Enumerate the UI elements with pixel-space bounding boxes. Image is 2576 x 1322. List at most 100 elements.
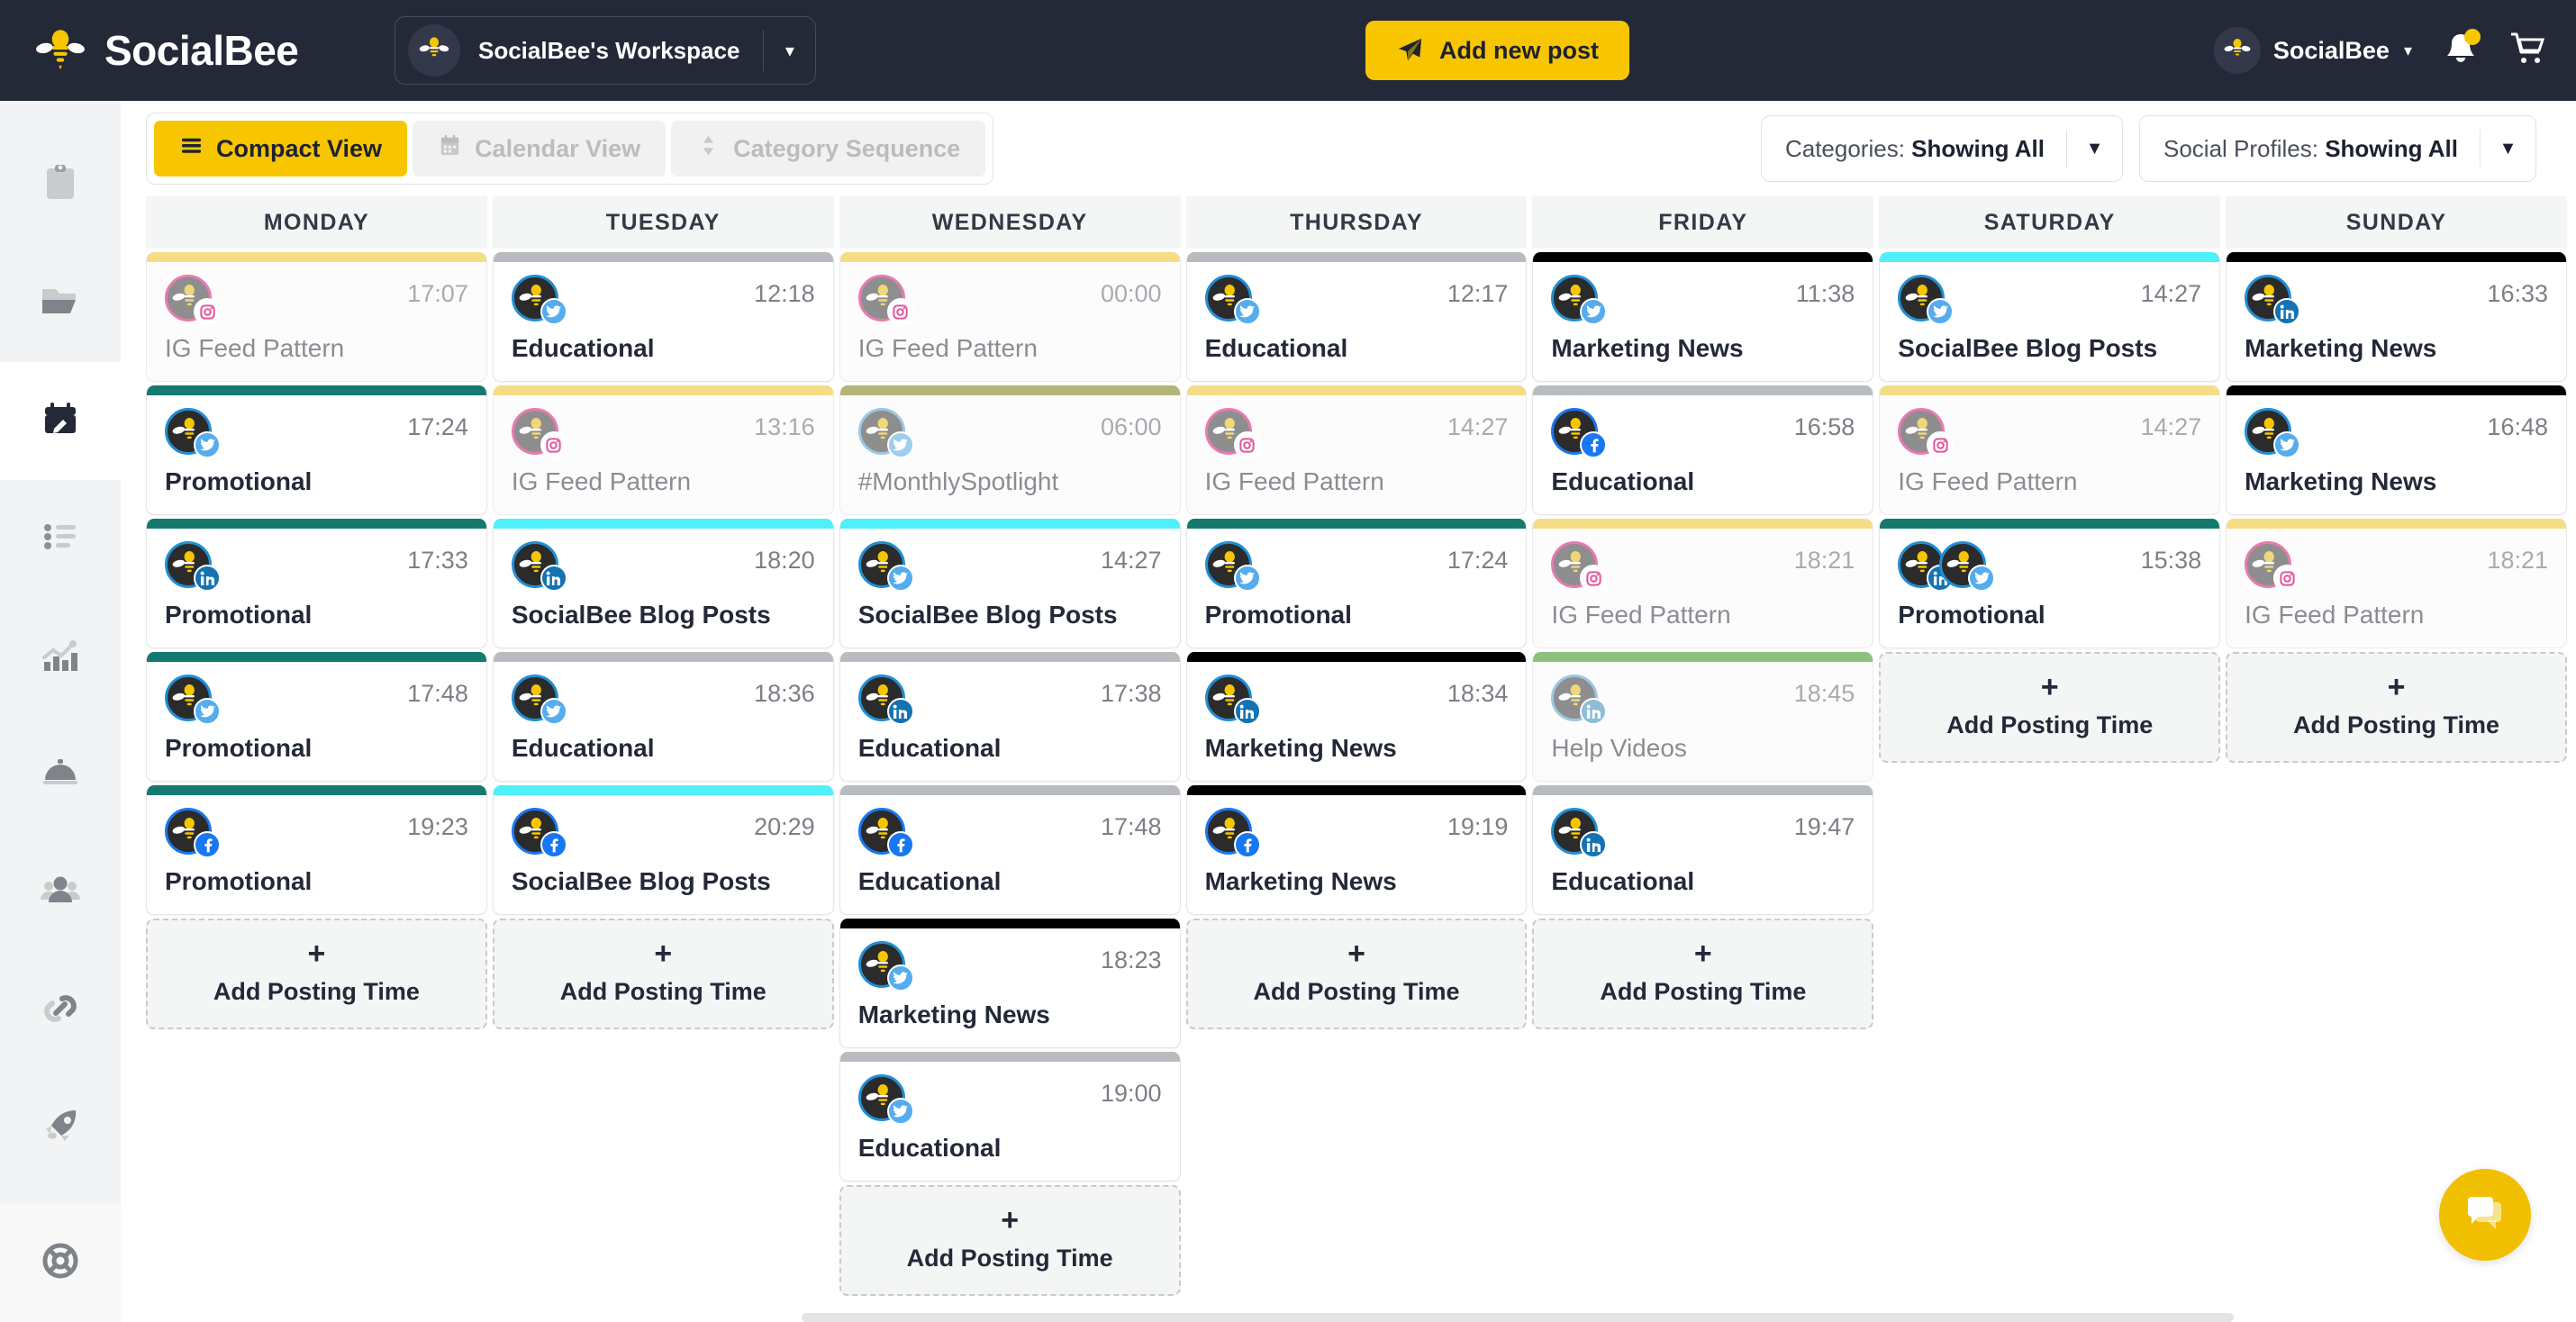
chevron-down-icon[interactable]: ▾ [763, 30, 815, 71]
post-category-label: Marketing News [1205, 734, 1509, 763]
social-profiles-filter[interactable]: Social Profiles: Showing All ▼ [2139, 115, 2536, 182]
posting-slot-card[interactable]: 17:33Promotional [146, 519, 487, 648]
add-posting-time-button[interactable]: +Add Posting Time [146, 919, 487, 1029]
posting-slot-card[interactable]: 18:36Educational [493, 652, 834, 782]
posting-slot-card[interactable]: 19:19Marketing News [1186, 785, 1528, 915]
sidebar-item-analytics[interactable] [0, 598, 121, 716]
social-profile-avatars [858, 1074, 905, 1121]
social-profile-avatars [165, 408, 212, 455]
avatar [512, 275, 558, 321]
twitter-icon [1234, 298, 1261, 325]
add-posting-time-button[interactable]: +Add Posting Time [1532, 919, 1873, 1029]
brand[interactable]: SocialBee [0, 26, 378, 75]
social-profile-avatars [165, 675, 212, 721]
posting-slot-card[interactable]: 18:21IG Feed Pattern [2226, 519, 2567, 648]
posting-slot-card[interactable]: 12:18Educational [493, 252, 834, 382]
tab-compact-view-label: Compact View [216, 135, 382, 163]
sidebar-item-categories[interactable] [0, 244, 121, 362]
posting-slot-card[interactable]: 13:16IG Feed Pattern [493, 385, 834, 515]
social-profiles-filter-prefix: Social Profiles: [2163, 135, 2318, 162]
avatar [858, 675, 905, 721]
sidebar-item-queue[interactable] [0, 480, 121, 598]
user-menu[interactable]: SocialBee ▾ [2214, 27, 2412, 74]
card-body: 12:18Educational [494, 262, 833, 381]
sidebar-item-concierge[interactable] [0, 716, 121, 834]
sidebar-item-integrations[interactable] [0, 952, 121, 1070]
posting-slot-card[interactable]: 18:45Help Videos [1532, 652, 1873, 782]
card-top-row: 06:00 [858, 408, 1162, 455]
sidebar-item-get-started[interactable] [0, 1070, 121, 1188]
post-category-label: SocialBee Blog Posts [1898, 334, 2201, 363]
posting-slot-card[interactable]: 19:00Educational [839, 1052, 1181, 1182]
clipboard-icon [39, 161, 82, 209]
posting-slot-card[interactable]: 16:33Marketing News [2226, 252, 2567, 382]
day-column-wednesday: WEDNESDAY00:00IG Feed Pattern06:00#Month… [839, 196, 1181, 1296]
post-time: 17:24 [407, 408, 468, 441]
posting-slot-card[interactable]: 18:21IG Feed Pattern [1532, 519, 1873, 648]
categories-filter[interactable]: Categories: Showing All ▼ [1761, 115, 2123, 182]
avatar [858, 808, 905, 855]
posting-slot-card[interactable]: 16:58Educational [1532, 385, 1873, 515]
card-top-row: 14:27 [858, 541, 1162, 588]
add-posting-time-button[interactable]: +Add Posting Time [1879, 652, 2220, 763]
add-posting-time-button[interactable]: +Add Posting Time [839, 1185, 1181, 1296]
bee-logo-icon [36, 26, 85, 75]
posting-slot-card[interactable]: 15:38Promotional [1879, 519, 2220, 648]
posting-slot-card[interactable]: 17:38Educational [839, 652, 1181, 782]
horizontal-scrollbar[interactable] [802, 1313, 2234, 1322]
notifications-button[interactable] [2443, 31, 2479, 70]
plus-icon: + [494, 940, 832, 967]
posting-slot-card[interactable]: 16:48Marketing News [2226, 385, 2567, 515]
tab-category-sequence[interactable]: Category Sequence [671, 121, 985, 177]
post-time: 15:38 [2141, 541, 2202, 575]
post-category-label: IG Feed Pattern [1898, 467, 2201, 496]
tab-calendar-view[interactable]: Calendar View [413, 121, 666, 177]
bee-avatar-icon [408, 24, 460, 77]
posting-slot-card[interactable]: 14:27SocialBee Blog Posts [1879, 252, 2220, 382]
cart-button[interactable] [2509, 31, 2545, 71]
avatar [1205, 675, 1252, 721]
posting-slot-card[interactable]: 11:38Marketing News [1532, 252, 1873, 382]
card-body: 17:33Promotional [147, 529, 486, 647]
linkedin-icon [1234, 698, 1261, 725]
sidebar-item-content[interactable] [0, 126, 121, 244]
posting-slot-card[interactable]: 19:47Educational [1532, 785, 1873, 915]
posting-slot-card[interactable]: 00:00IG Feed Pattern [839, 252, 1181, 382]
post-category-label: IG Feed Pattern [512, 467, 815, 496]
chat-widget-button[interactable] [2439, 1169, 2531, 1261]
add-new-post-button[interactable]: Add new post [1365, 21, 1629, 80]
avatar [2245, 275, 2291, 321]
posting-slot-card[interactable]: 18:23Marketing News [839, 919, 1181, 1048]
caret-down-icon[interactable]: ▼ [2480, 130, 2535, 168]
workspace-selector[interactable]: SocialBee's Workspace ▾ [395, 16, 816, 85]
posting-slot-card[interactable]: 06:00#MonthlySpotlight [839, 385, 1181, 515]
posting-slot-card[interactable]: 17:24Promotional [1186, 519, 1528, 648]
add-posting-time-button[interactable]: + Add Posting Time [493, 919, 834, 1029]
post-category-label: Promotional [165, 601, 468, 629]
twitter-icon [194, 698, 221, 725]
sidebar-item-help[interactable] [0, 1204, 121, 1322]
posting-slot-card[interactable]: 12:17Educational [1186, 252, 1528, 382]
add-posting-time-label: Add Posting Time [494, 978, 832, 1006]
posting-slot-card[interactable]: 17:48Promotional [146, 652, 487, 782]
posting-slot-card[interactable]: 18:20SocialBee Blog Posts [493, 519, 834, 648]
sidebar-item-posting-schedule[interactable] [0, 362, 121, 480]
posting-slot-card[interactable]: 18:34 Marketing News [1186, 652, 1528, 782]
posting-slot-card[interactable]: 19:23Promotional [146, 785, 487, 915]
post-category-label: Marketing News [2245, 467, 2548, 496]
posting-slot-card[interactable]: 20:29SocialBee Blog Posts [493, 785, 834, 915]
sidebar-item-audience[interactable] [0, 834, 121, 952]
posting-slot-card[interactable]: 17:48Educational [839, 785, 1181, 915]
add-posting-time-button[interactable]: +Add Posting Time [2226, 652, 2567, 763]
card-top-row: 18:34 [1205, 675, 1509, 721]
add-posting-time-button[interactable]: +Add Posting Time [1186, 919, 1528, 1029]
card-body: 06:00#MonthlySpotlight [840, 395, 1180, 514]
tab-compact-view[interactable]: Compact View [154, 121, 407, 177]
post-time: 19:19 [1447, 808, 1509, 841]
posting-slot-card[interactable]: 14:27SocialBee Blog Posts [839, 519, 1181, 648]
posting-slot-card[interactable]: 14:27IG Feed Pattern [1879, 385, 2220, 515]
posting-slot-card[interactable]: 17:07IG Feed Pattern [146, 252, 487, 382]
posting-slot-card[interactable]: 17:24Promotional [146, 385, 487, 515]
posting-slot-card[interactable]: 14:27IG Feed Pattern [1186, 385, 1528, 515]
caret-down-icon[interactable]: ▼ [2066, 130, 2122, 168]
